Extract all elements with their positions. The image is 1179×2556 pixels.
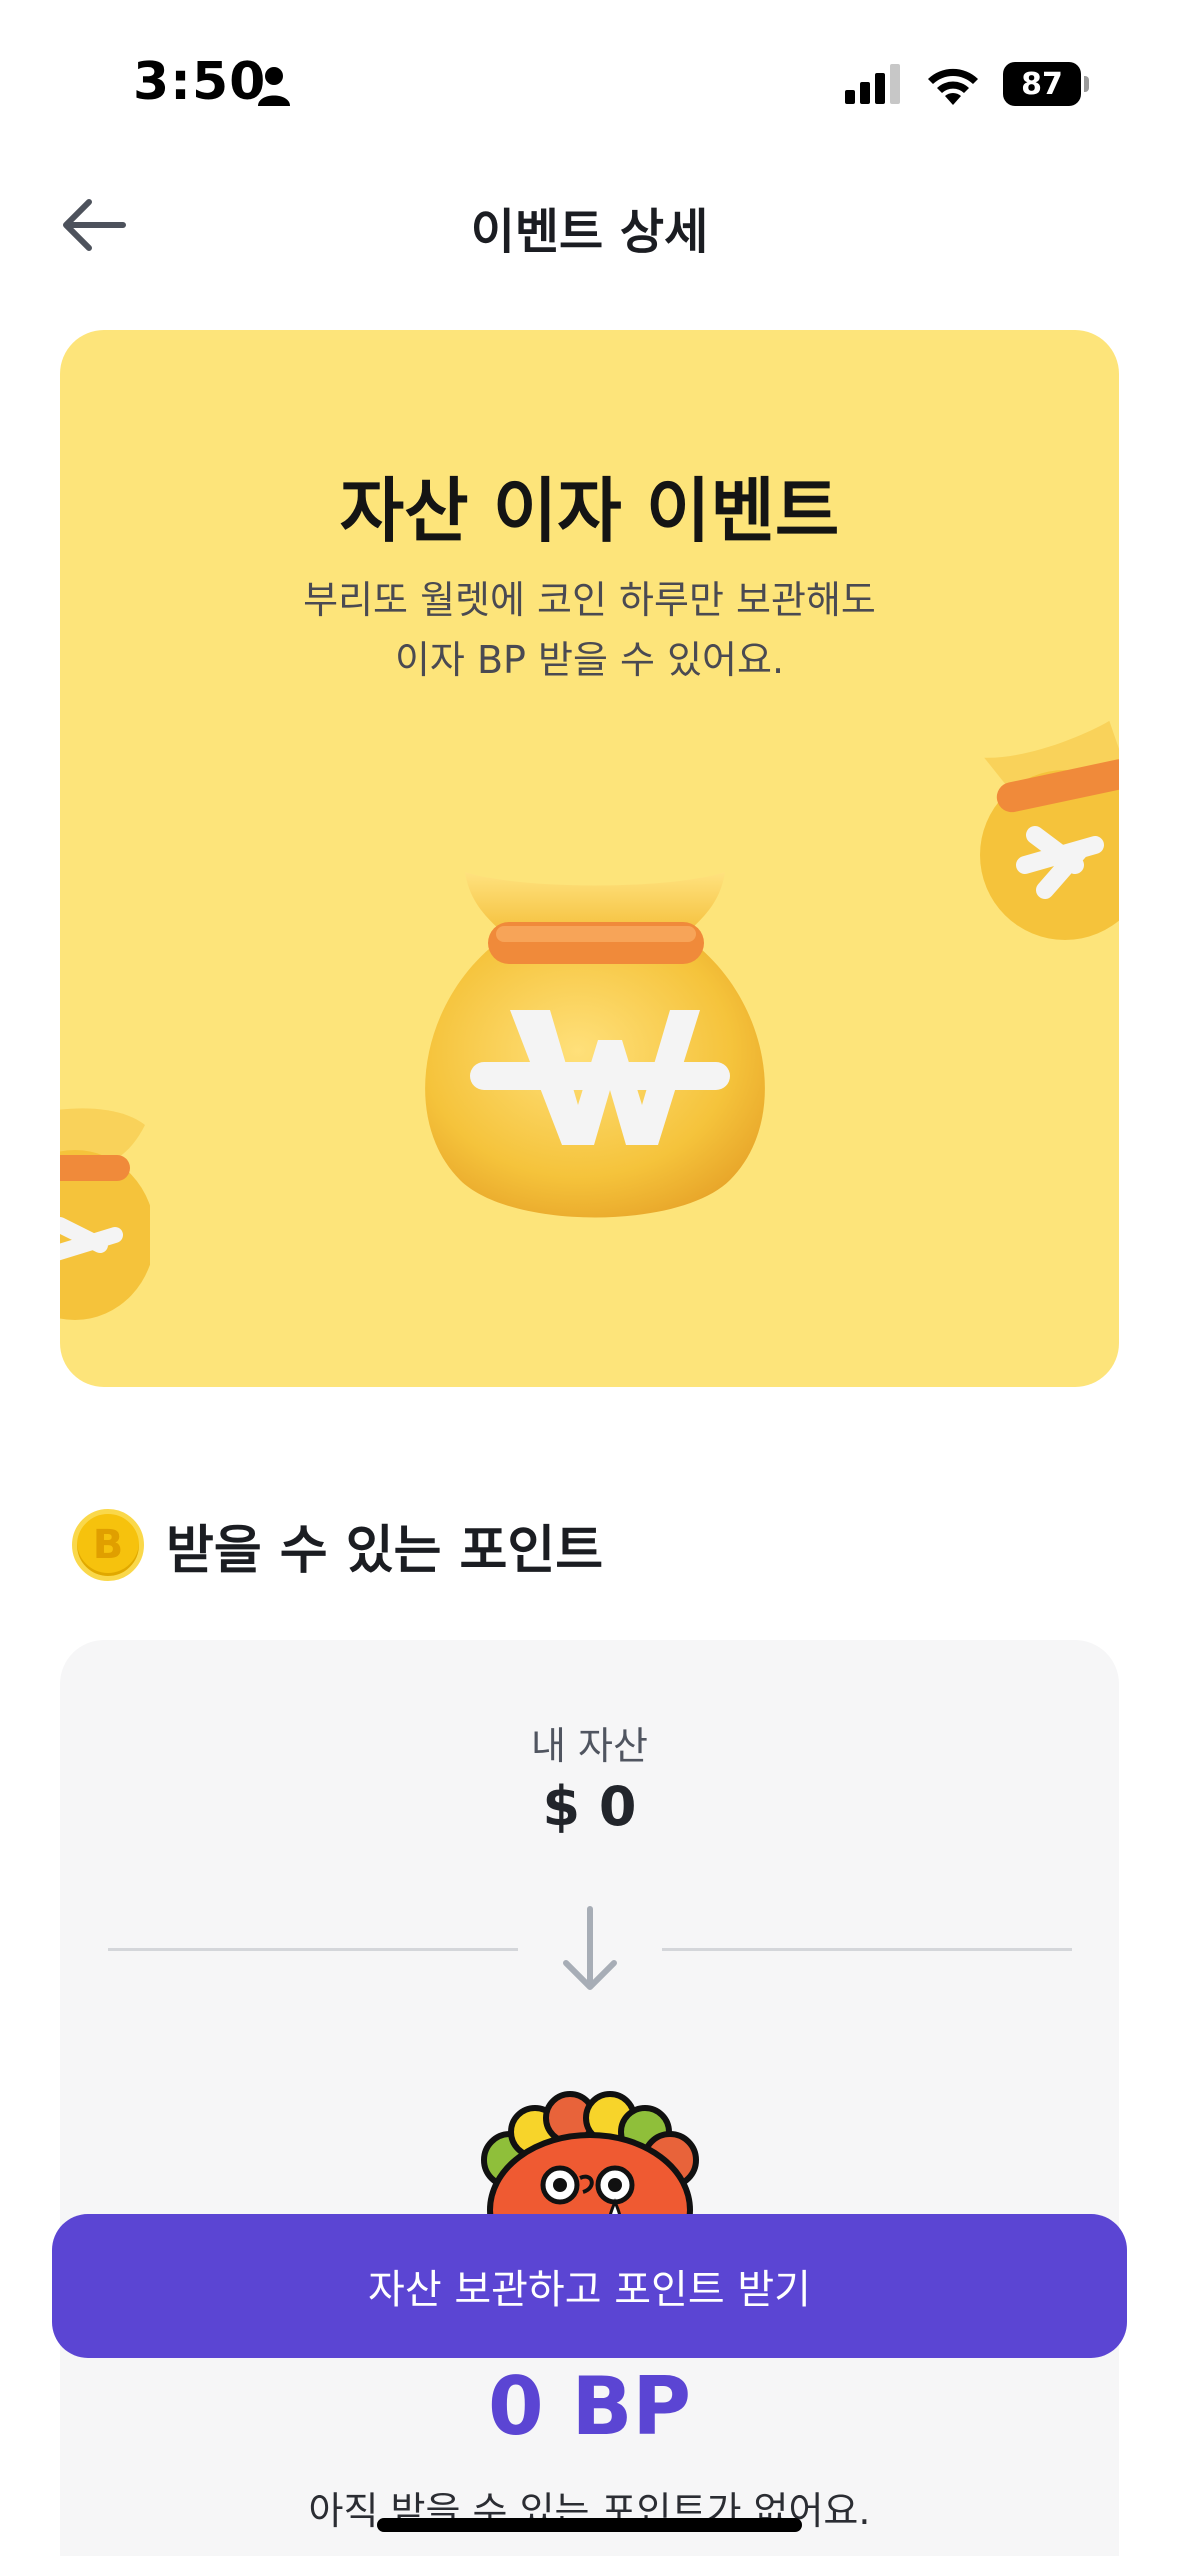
event-title: 자산 이자 이벤트: [339, 470, 840, 552]
points-section-header: B 받을 수 있는 포인트: [72, 1505, 603, 1585]
points-card: 내 자산 $ 0 0 BP 아직 받을 수 있는 포인트가 없어요.: [60, 1640, 1119, 2556]
money-bag-icon: [425, 872, 765, 1218]
money-bag-icon: [980, 720, 1119, 940]
event-detail-screen: 3:50 87 이벤트 상세 자산 이자 이벤트 부리또 월렛에 코인 하루만 …: [0, 0, 1179, 2556]
battery-icon: 87: [1003, 62, 1089, 106]
status-time: 3:50: [133, 52, 267, 112]
divider: [108, 1948, 518, 1951]
bp-coin-icon: B: [72, 1509, 144, 1581]
bp-coin-letter: B: [92, 1522, 124, 1568]
money-bag-icon: [60, 1108, 150, 1320]
page-title: 이벤트 상세: [470, 204, 709, 260]
event-subtitle-line2: 이자 BP 받을 수 있어요.: [394, 638, 785, 682]
my-asset-label: 내 자산: [531, 1724, 648, 1768]
my-asset-value: $ 0: [542, 1775, 637, 1838]
status-bar: 3:50 87: [0, 0, 1179, 170]
cellular-signal-icon: [845, 64, 900, 104]
section-title: 받을 수 있는 포인트: [166, 1520, 604, 1581]
arrow-down-icon: [563, 1906, 617, 1990]
battery-level: 87: [1021, 66, 1063, 102]
bp-value: 0 BP: [487, 2360, 692, 2453]
store-assets-get-points-button[interactable]: 자산 보관하고 포인트 받기: [52, 2214, 1127, 2358]
navigation-bar: 이벤트 상세: [0, 170, 1179, 280]
event-hero-card: 자산 이자 이벤트 부리또 월렛에 코인 하루만 보관해도 이자 BP 받을 수…: [60, 330, 1119, 1387]
person-icon: [258, 67, 290, 106]
event-subtitle-line1: 부리또 월렛에 코인 하루만 보관해도: [303, 578, 876, 622]
wifi-icon: [928, 68, 978, 105]
home-indicator[interactable]: [377, 2518, 802, 2532]
event-subtitle: 부리또 월렛에 코인 하루만 보관해도 이자 BP 받을 수 있어요.: [60, 570, 1119, 690]
status-indicators: 87: [845, 62, 1089, 106]
divider: [662, 1948, 1072, 1951]
